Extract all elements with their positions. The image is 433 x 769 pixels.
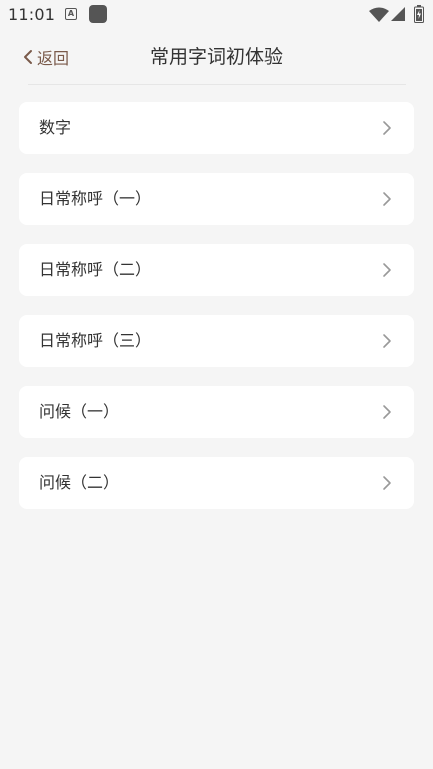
list-item-label: 日常称呼（三） (39, 331, 152, 350)
header-divider (28, 84, 406, 85)
back-button[interactable]: 返回 (22, 44, 69, 70)
chevron-right-icon (383, 476, 391, 490)
list-item-label: 日常称呼（一） (39, 189, 152, 208)
list-item-greetings-2[interactable]: 问候（二） (19, 457, 414, 509)
chevron-right-icon (383, 192, 391, 206)
list-item-label: 日常称呼（二） (39, 260, 152, 279)
chevron-right-icon (383, 405, 391, 419)
list-item-daily-address-2[interactable]: 日常称呼（二） (19, 244, 414, 296)
signal-icon (391, 7, 405, 21)
chevron-right-icon (383, 263, 391, 277)
notification-square-icon (89, 5, 107, 23)
list-item-label: 数字 (39, 118, 72, 137)
chevron-left-icon (24, 50, 32, 64)
list-item-daily-address-1[interactable]: 日常称呼（一） (19, 173, 414, 225)
keyboard-a-icon: A (65, 8, 77, 20)
list-item-daily-address-3[interactable]: 日常称呼（三） (19, 315, 414, 367)
back-label: 返回 (37, 49, 70, 68)
list-item-greetings-1[interactable]: 问候（一） (19, 386, 414, 438)
list-item-label: 问候（一） (39, 402, 120, 421)
status-time: 11:01 (8, 5, 56, 24)
chevron-right-icon (383, 334, 391, 348)
wifi-icon (369, 7, 389, 22)
app-header: 常用字词初体验 返回 (0, 30, 433, 84)
chevron-right-icon (383, 121, 391, 135)
list-item-numbers[interactable]: 数字 (19, 102, 414, 154)
status-bar: 11:01 A (0, 0, 433, 30)
list-item-label: 问候（二） (39, 473, 120, 492)
lesson-list: 数字 日常称呼（一） 日常称呼（二） 日常称呼（三） 问候（一） 问候（二） (19, 102, 414, 528)
battery-icon (414, 5, 424, 23)
